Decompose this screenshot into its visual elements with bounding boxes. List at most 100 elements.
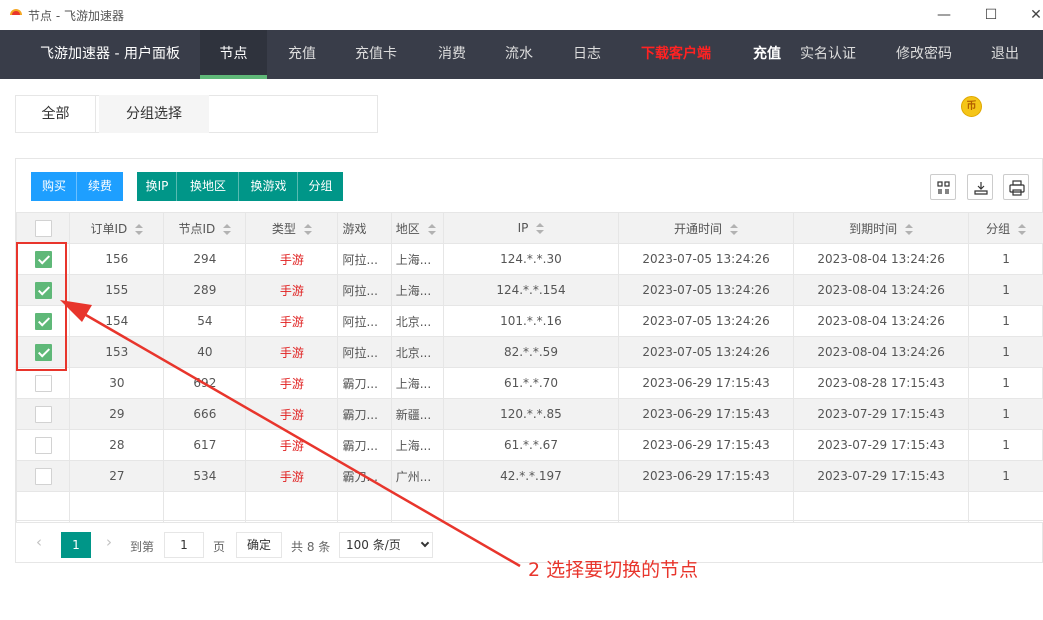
order-id-cell: 29 — [69, 398, 165, 430]
sort-icon[interactable] — [223, 223, 232, 235]
nav-item-recharge-2[interactable]: 充值 — [753, 30, 781, 79]
header-label: 类型 — [271, 221, 296, 236]
table-row[interactable]: 155 289 手游 阿拉... 上海... 124.*.*.154 2023-07-05 … — [15, 274, 1043, 306]
ip-cell: 61.*.*.67 — [442, 429, 620, 461]
close-button[interactable]: ✕ — [1026, 5, 1043, 25]
node-id-cell: 534 — [163, 460, 247, 492]
header-expire-time[interactable]: 到期时间 — [793, 212, 970, 244]
renew-button[interactable]: 续费 — [77, 172, 123, 201]
page-number-input[interactable]: 1 — [164, 532, 204, 558]
header-ip[interactable]: IP — [442, 212, 620, 244]
buy-button[interactable]: 购买 — [31, 172, 77, 201]
order-id-cell: 154 — [69, 305, 165, 337]
minimize-button[interactable]: — — [934, 5, 954, 25]
row-checkbox[interactable] — [34, 374, 52, 392]
nav-item-logs[interactable]: 日志 — [573, 30, 601, 79]
table-row[interactable]: 153 40 手游 阿拉... 北京... 82.*.*.59 2023-07-05 13:… — [15, 336, 1043, 368]
sort-icon[interactable] — [1018, 223, 1027, 235]
change-game-button[interactable]: 换游戏 — [239, 172, 298, 201]
select-all-checkbox[interactable] — [34, 219, 52, 237]
sort-icon[interactable] — [427, 223, 436, 235]
expire-time-cell: 2023-07-29 17:15:43 — [793, 429, 970, 461]
sort-icon[interactable] — [905, 223, 914, 235]
expire-time-cell: 2023-07-29 17:15:43 — [793, 398, 970, 430]
change-region-button[interactable]: 换地区 — [177, 172, 239, 201]
ip-cell: 42.*.*.197 — [442, 460, 620, 492]
nav-item-transactions[interactable]: 流水 — [505, 30, 533, 79]
nav-item-recharge[interactable]: 充值 — [288, 30, 316, 79]
group-cell: 1 — [968, 429, 1043, 461]
change-game-label: 换游戏 — [250, 179, 287, 193]
nav-item-recharge-card[interactable]: 充值卡 — [355, 30, 397, 79]
sort-icon[interactable] — [730, 223, 739, 235]
nav-item-change-password[interactable]: 修改密码 — [896, 30, 952, 79]
select-all-cell[interactable] — [15, 212, 71, 244]
header-game[interactable]: 游戏 — [337, 212, 392, 244]
change-ip-button[interactable]: 换IP — [137, 172, 177, 201]
export-icon[interactable] — [967, 174, 993, 200]
header-label: 到期时间 — [849, 221, 898, 236]
selection-highlight-box — [16, 242, 67, 371]
header-node-id[interactable]: 节点ID — [163, 212, 247, 244]
row-checkbox[interactable] — [34, 436, 52, 454]
game-cell: 阿拉... — [337, 336, 392, 368]
header-group[interactable]: 分组 — [968, 212, 1043, 244]
columns-icon[interactable] — [930, 174, 956, 200]
open-time-cell: 2023-07-05 13:24:26 — [617, 336, 795, 368]
header-label: IP — [517, 221, 529, 235]
nav-item-logout[interactable]: 退出 — [991, 30, 1019, 79]
row-checkbox-cell[interactable] — [15, 398, 71, 430]
table-row[interactable]: 29 666 手游 霸刀... 新疆... 120.*.*.85 2023-06-29 17… — [15, 398, 1043, 430]
window-titlebar: 节点 - 飞游加速器 — ☐ ✕ — [0, 0, 1043, 30]
sort-icon[interactable] — [536, 223, 545, 234]
region-cell: 上海... — [390, 429, 444, 461]
table-empty-row — [15, 491, 1043, 523]
order-id-cell: 153 — [69, 336, 165, 368]
table-row[interactable]: 156 294 手游 阿拉... 上海... 124.*.*.30 2023-07-05 1… — [15, 243, 1043, 275]
sort-icon[interactable] — [303, 223, 312, 235]
header-type[interactable]: 类型 — [245, 212, 339, 244]
row-checkbox[interactable] — [34, 405, 52, 423]
page-size-select[interactable]: 100 条/页 — [339, 532, 433, 558]
filter-group-button[interactable]: 分组选择 — [99, 95, 209, 133]
node-table-panel: 购买 续费 换IP 换地区 换游戏 分组 订单ID 节点ID 类型 游戏 地区 … — [15, 158, 1043, 563]
expire-time-cell: 2023-08-04 13:24:26 — [793, 274, 970, 306]
current-page-button[interactable]: 1 — [61, 532, 91, 558]
group-cell: 1 — [968, 367, 1043, 399]
coin-icon[interactable]: 币 — [961, 96, 982, 117]
group-cell: 1 — [968, 243, 1043, 275]
group-button[interactable]: 分组 — [298, 172, 343, 201]
header-region[interactable]: 地区 — [390, 212, 444, 244]
table-row[interactable]: 30 692 手游 霸刀... 上海... 61.*.*.70 2023-06-29 17:… — [15, 367, 1043, 399]
header-order-id[interactable]: 订单ID — [69, 212, 165, 244]
row-checkbox-cell[interactable] — [15, 429, 71, 461]
nav-item-nodes[interactable]: 节点 — [200, 30, 267, 79]
nav-item-download-client[interactable]: 下载客户端 — [641, 30, 711, 79]
group-cell: 1 — [968, 336, 1043, 368]
chevron-down-icon — [420, 538, 430, 548]
table-row[interactable]: 27 534 手游 霸刀... 广州... 42.*.*.197 2023-06-29 17… — [15, 460, 1043, 492]
header-label: 游戏 — [342, 221, 367, 236]
nav-brand[interactable]: 飞游加速器 - 用户面板 — [40, 30, 180, 79]
type-cell: 手游 — [245, 398, 339, 430]
row-checkbox[interactable] — [34, 467, 52, 485]
prev-page-icon[interactable]: ‹ — [36, 533, 42, 551]
header-label: 订单ID — [90, 221, 128, 236]
nav-item-consumption[interactable]: 消费 — [438, 30, 466, 79]
next-page-icon[interactable]: › — [106, 533, 112, 551]
node-id-cell: 294 — [163, 243, 247, 275]
row-checkbox-cell[interactable] — [15, 367, 71, 399]
table-row[interactable]: 28 617 手游 霸刀... 上海... 61.*.*.67 2023-06-29 17:… — [15, 429, 1043, 461]
group-cell: 1 — [968, 460, 1043, 492]
confirm-page-button[interactable]: 确定 — [236, 532, 282, 558]
print-icon[interactable] — [1003, 174, 1029, 200]
nav-item-real-name[interactable]: 实名认证 — [800, 30, 856, 79]
maximize-button[interactable]: ☐ — [981, 5, 1001, 25]
open-time-cell: 2023-06-29 17:15:43 — [617, 460, 795, 492]
header-open-time[interactable]: 开通时间 — [617, 212, 795, 244]
ip-cell: 61.*.*.70 — [442, 367, 620, 399]
sort-icon[interactable] — [135, 223, 144, 235]
table-row[interactable]: 154 54 手游 阿拉... 北京... 101.*.*.16 2023-07-05 13… — [15, 305, 1043, 337]
row-checkbox-cell[interactable] — [15, 460, 71, 492]
filter-all-button[interactable]: 全部 — [15, 95, 96, 133]
